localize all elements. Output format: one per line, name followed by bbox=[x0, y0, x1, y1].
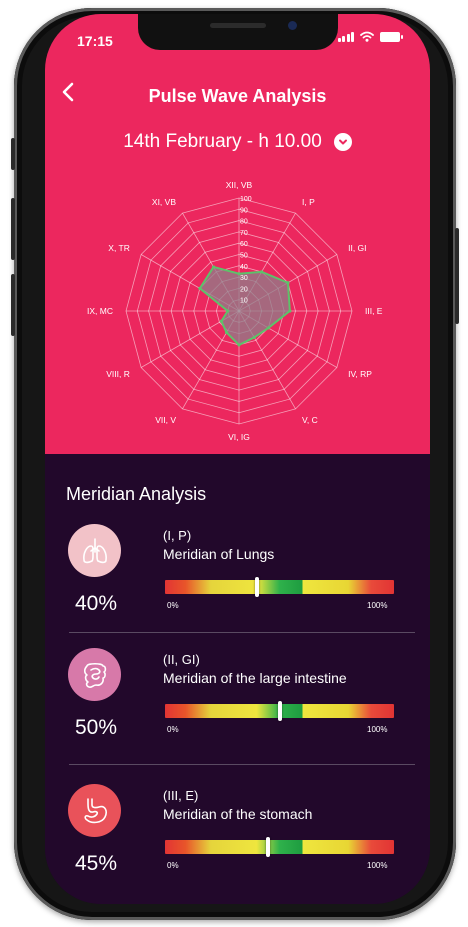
intestine-icon bbox=[68, 648, 121, 701]
level-marker bbox=[277, 701, 282, 721]
radar-axis-label: XII, VB bbox=[226, 180, 253, 190]
meridian-level-bar bbox=[165, 701, 394, 721]
scale-max-label: 100% bbox=[367, 861, 388, 870]
radar-axis-label: I, P bbox=[302, 197, 315, 207]
level-marker bbox=[254, 577, 259, 597]
radar-axis-label: VI, IG bbox=[228, 432, 250, 442]
radar-axis-label: III, E bbox=[365, 306, 383, 316]
meridian-percentage: 40% bbox=[74, 592, 118, 615]
battery-icon bbox=[380, 32, 403, 42]
radar-axis-label: IV, RP bbox=[348, 369, 372, 379]
divider bbox=[69, 632, 415, 633]
meridian-item[interactable]: 45% (III, E) Meridian of the stomach 0% … bbox=[45, 784, 430, 904]
app-screen: 17:15 Pulse Wave Analysis 14th February … bbox=[45, 14, 430, 904]
date-label: 14th February - h 10.00 bbox=[123, 131, 322, 152]
radar-scale-label: 60 bbox=[240, 241, 248, 248]
meridian-item[interactable]: 50% (II, GI) Meridian of the large intes… bbox=[45, 648, 430, 768]
scale-max-label: 100% bbox=[367, 601, 388, 610]
chevron-down-icon[interactable] bbox=[333, 133, 352, 151]
radar-scale-label: 80 bbox=[240, 219, 248, 226]
radar-data-point bbox=[288, 309, 292, 313]
scale-min-label: 0% bbox=[167, 861, 179, 870]
meridian-name: Meridian of Lungs bbox=[163, 546, 275, 562]
radar-axis-label: VIII, R bbox=[106, 369, 130, 379]
radar-data-point bbox=[219, 319, 223, 323]
radar-data-point bbox=[226, 309, 230, 313]
scale-min-label: 0% bbox=[167, 725, 179, 734]
front-camera bbox=[288, 21, 297, 30]
meridian-item[interactable]: 40% (I, P) Meridian of Lungs 0% 100% bbox=[45, 524, 430, 644]
radar-scale-label: 30 bbox=[240, 275, 248, 282]
radar-axis-label: VII, V bbox=[155, 415, 176, 425]
meridian-level-bar bbox=[165, 837, 394, 857]
signal-icon bbox=[337, 32, 354, 42]
meridian-code: (III, E) bbox=[163, 788, 199, 803]
power-button bbox=[455, 228, 459, 324]
radar-data-point bbox=[286, 281, 290, 285]
scale-min-label: 0% bbox=[167, 601, 179, 610]
radar-data-point bbox=[211, 265, 216, 269]
radar-data-point bbox=[198, 286, 202, 290]
meridian-percentage: 50% bbox=[74, 716, 118, 739]
radar-scale-label: 90 bbox=[240, 207, 248, 214]
radar-scale-label: 40 bbox=[240, 264, 248, 271]
wifi-icon bbox=[360, 31, 374, 42]
radar-axis-label: IX, MC bbox=[87, 306, 113, 316]
page-title: Pulse Wave Analysis bbox=[148, 86, 327, 106]
radar-scale-label: 50 bbox=[240, 253, 248, 260]
radar-chart: 10 20 30 40 50 60 70 80 90 100 XII, VB I, P II, GI II… bbox=[87, 180, 383, 442]
radar-axis-label: V, C bbox=[302, 415, 318, 425]
radar-data-point bbox=[224, 330, 229, 335]
status-time: 17:15 bbox=[77, 33, 113, 49]
meridian-code: (I, P) bbox=[163, 528, 192, 543]
section-title: Meridian Analysis bbox=[66, 484, 207, 504]
radar-scale-label: 20 bbox=[240, 286, 248, 293]
level-marker bbox=[266, 837, 271, 857]
divider bbox=[69, 764, 415, 765]
radar-data-point bbox=[252, 335, 256, 340]
date-selector[interactable]: 14th February - h 10.00 bbox=[45, 131, 430, 153]
meridian-name: Meridian of the stomach bbox=[163, 806, 313, 822]
volume-up-button bbox=[11, 198, 15, 260]
radar-data-point bbox=[260, 270, 264, 274]
meridian-level-bar bbox=[165, 577, 394, 597]
radar-scale-label: 100 bbox=[240, 196, 252, 203]
radar-data-point bbox=[237, 343, 241, 347]
status-icons bbox=[337, 31, 403, 42]
stomach-icon bbox=[68, 784, 121, 837]
scale-max-label: 100% bbox=[367, 725, 388, 734]
notch bbox=[138, 14, 338, 50]
radar-scale-label: 70 bbox=[240, 230, 248, 237]
meridian-name: Meridian of the large intestine bbox=[163, 670, 347, 686]
radar-axis-label: X, TR bbox=[108, 243, 130, 253]
volume-down-button bbox=[11, 274, 15, 336]
mute-switch bbox=[11, 138, 15, 170]
radar-data-point bbox=[266, 326, 270, 330]
meridian-code: (II, GI) bbox=[163, 652, 200, 667]
speaker-grille bbox=[210, 23, 266, 28]
radar-axis-label: XI, VB bbox=[152, 197, 176, 207]
lungs-icon bbox=[68, 524, 121, 577]
meridian-percentage: 45% bbox=[74, 852, 118, 875]
radar-scale-label: 10 bbox=[240, 298, 248, 305]
radar-axis-label: II, GI bbox=[348, 243, 366, 253]
